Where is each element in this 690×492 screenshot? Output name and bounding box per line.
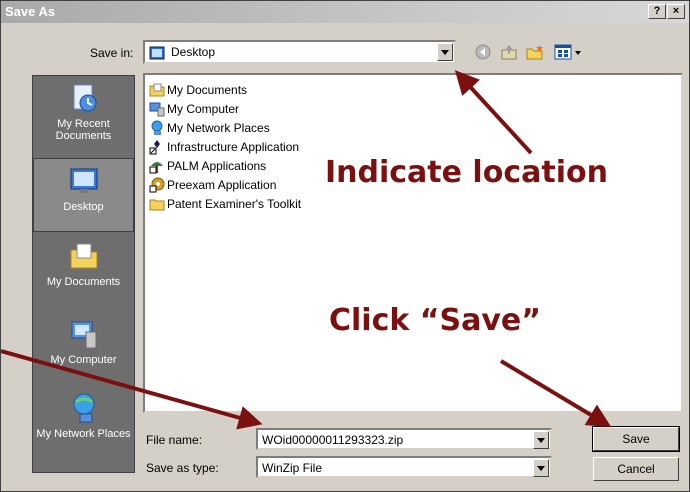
file-name-input[interactable]: WOid00000011293323.zip: [256, 428, 552, 450]
recent-documents-icon: [73, 84, 96, 112]
close-button[interactable]: ×: [667, 4, 685, 19]
place-label: My Network Places: [36, 428, 131, 440]
save-in-dropdown-arrow[interactable]: [437, 43, 453, 61]
file-name: Infrastructure Application: [167, 140, 300, 154]
shortcut-icon: [149, 162, 163, 174]
file-name: PALM Applications: [167, 159, 267, 173]
new-folder-icon[interactable]: [525, 43, 545, 61]
places-bar: My Recent Documents Desktop My Documents: [32, 75, 135, 473]
annotation-indicate-location: Indicate location: [325, 155, 608, 190]
file-name: My Network Places: [167, 121, 270, 135]
annotation-click-save: Click “Save”: [329, 303, 541, 338]
save-in-label: Save in:: [90, 46, 134, 60]
desktop-icon: [149, 46, 165, 60]
file-name: My Computer: [167, 102, 240, 116]
save-as-type-value: WinZip File: [262, 461, 323, 475]
help-button[interactable]: ?: [648, 4, 666, 19]
file-list[interactable]: My Documents My Computer My Network Plac…: [143, 73, 683, 413]
place-label: My Documents: [46, 276, 121, 288]
save-button[interactable]: Save: [592, 426, 680, 452]
save-in-dropdown[interactable]: Desktop: [143, 40, 456, 64]
folder-icon: [149, 199, 165, 211]
place-label: My Recent Documents: [55, 118, 112, 142]
views-menu-icon[interactable]: [553, 43, 585, 61]
file-name-value: WOid00000011293323.zip: [262, 433, 404, 447]
desktop-icon: [70, 168, 97, 193]
file-name: My Documents: [167, 83, 248, 97]
save-in-value: Desktop: [171, 45, 216, 59]
shortcut-icon: [149, 140, 160, 155]
network-icon: [151, 120, 163, 135]
shortcut-icon: [149, 177, 165, 193]
file-name: Preexam Application: [167, 178, 277, 192]
folder-documents-icon: [149, 83, 165, 97]
back-icon[interactable]: [473, 43, 493, 61]
place-label: My Computer: [50, 354, 117, 366]
computer-icon: [149, 102, 165, 117]
save-as-type-label: Save as type:: [146, 461, 219, 475]
cancel-button[interactable]: Cancel: [593, 457, 679, 481]
my-computer-icon: [71, 321, 96, 349]
save-as-type-dropdown[interactable]: WinZip File: [256, 456, 552, 478]
place-label: Desktop: [63, 201, 104, 213]
title-bar[interactable]: Save As ? ×: [1, 1, 689, 23]
network-places-icon: [73, 393, 94, 423]
place-my-documents[interactable]: My Documents: [33, 240, 134, 288]
file-name-label: File name:: [146, 433, 203, 447]
file-name-dropdown-arrow[interactable]: [533, 431, 549, 449]
up-folder-icon[interactable]: [499, 43, 519, 61]
save-as-type-dropdown-arrow[interactable]: [533, 459, 549, 477]
place-recent-documents[interactable]: My Recent Documents: [33, 82, 134, 142]
window-title: Save As: [5, 4, 56, 19]
place-desktop[interactable]: Desktop: [33, 158, 134, 232]
place-my-computer[interactable]: My Computer: [33, 318, 134, 366]
save-as-dialog: Save As ? × Save in: Desktop My Recent D…: [0, 0, 690, 492]
place-my-network-places[interactable]: My Network Places: [33, 392, 134, 440]
file-name: Patent Examiner's Toolkit: [167, 197, 302, 211]
my-documents-icon: [70, 243, 97, 269]
